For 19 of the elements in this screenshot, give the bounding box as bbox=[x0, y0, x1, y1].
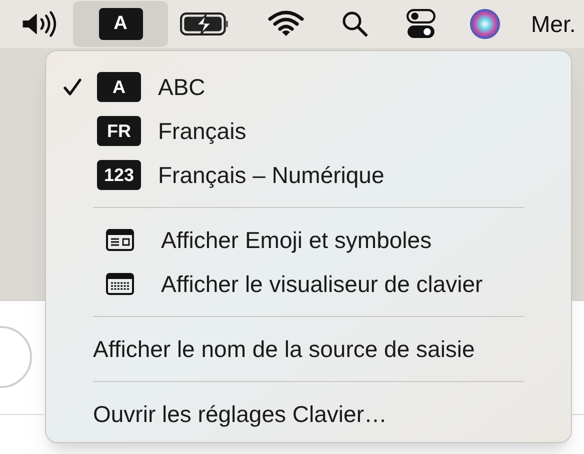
menu-item[interactable]: Ouvrir les réglages Clavier… bbox=[46, 392, 571, 436]
wifi-icon[interactable] bbox=[268, 10, 304, 38]
menu-item-label: Afficher Emoji et symboles bbox=[161, 226, 432, 255]
menu-item[interactable]: Afficher le nom de la source de saisie bbox=[46, 327, 571, 371]
menu-item-label: Français – Numérique bbox=[158, 160, 384, 190]
input-source-badge: 123 bbox=[97, 160, 141, 190]
input-source-badge: FR bbox=[97, 116, 141, 146]
emoji-viewer-icon bbox=[106, 229, 134, 251]
input-source-button[interactable]: A bbox=[73, 1, 168, 47]
toggle-controls-icon[interactable] bbox=[406, 9, 436, 39]
keyboard-viewer-icon bbox=[106, 273, 134, 295]
battery-charging-icon[interactable] bbox=[180, 11, 230, 37]
menu-item-label: ABC bbox=[158, 72, 206, 102]
menu-bar-clock: Mer. bbox=[531, 10, 576, 39]
assistant-orb-icon[interactable] bbox=[470, 9, 500, 39]
input-source-badge: A bbox=[97, 72, 141, 102]
menu-item-label: Français bbox=[158, 116, 246, 146]
search-icon[interactable] bbox=[341, 10, 369, 38]
menu-item-label: Afficher le visualiseur de clavier bbox=[161, 270, 483, 299]
